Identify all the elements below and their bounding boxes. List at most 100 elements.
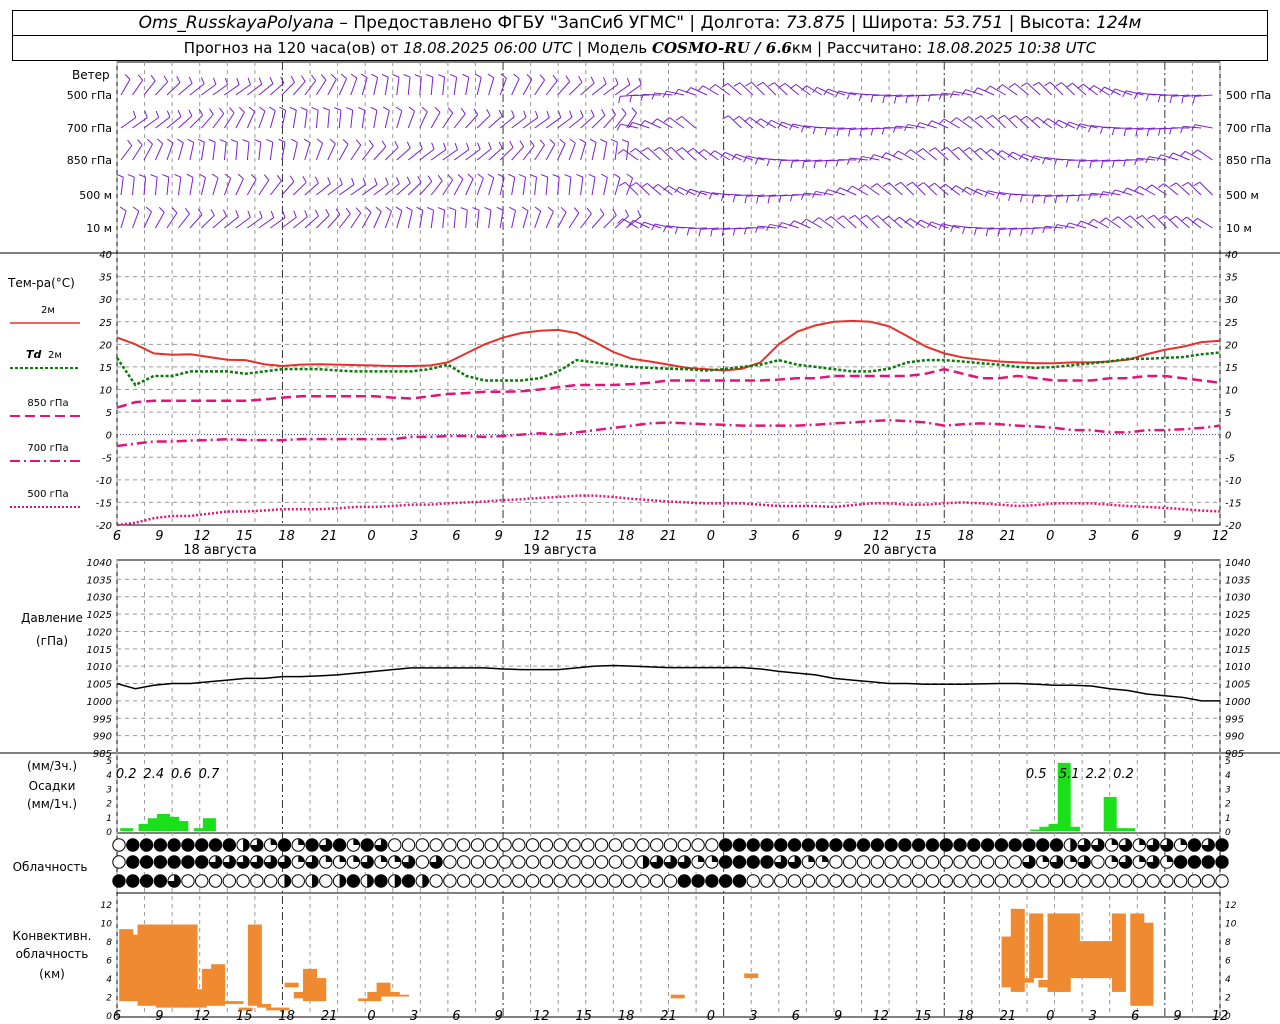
- time-tick-label: 0: [707, 529, 715, 544]
- wind-barb-feather: [327, 177, 331, 184]
- cloud-fill-full: [733, 838, 746, 852]
- time-tick-label: 6: [452, 529, 460, 544]
- wind-barb-feather: [836, 215, 844, 220]
- wind-barb: [304, 110, 308, 129]
- wind-level-label-left: 500 гПа: [67, 89, 112, 102]
- cloud-cover-symbol: [898, 855, 912, 869]
- wind-barb-feather: [268, 106, 276, 112]
- wind-barb-feather: [744, 196, 747, 204]
- wind-barb-feather: [1169, 215, 1177, 221]
- temp-tick-right: -5: [1225, 453, 1235, 464]
- wind-barb-feather: [952, 146, 959, 152]
- wind-barb: [922, 148, 938, 161]
- wind-barb-feather: [427, 175, 433, 182]
- conv-title-2: облачность: [16, 947, 89, 961]
- wind-barb: [292, 182, 307, 196]
- pressure-tick-right: 1025: [1225, 610, 1250, 621]
- conv-cloud-bar: [284, 982, 299, 988]
- wind-barb-feather: [1100, 217, 1107, 223]
- wind-barb-feather: [626, 77, 631, 85]
- wind-barb-feather: [406, 141, 411, 149]
- wind-barb: [131, 177, 135, 196]
- wind-barb-feather: [675, 115, 682, 121]
- cloud-cover-symbol: [484, 855, 498, 869]
- wind-barb: [727, 83, 742, 96]
- wind-barb: [338, 144, 349, 161]
- cloud-fill-full: [967, 838, 981, 852]
- wind-barb-feather: [557, 110, 562, 118]
- cloud-cover-symbol: [691, 838, 705, 852]
- cloud-fill-full: [1174, 855, 1187, 869]
- cloud-cover-symbol: [581, 838, 595, 852]
- wind-barb-feather: [1112, 216, 1119, 222]
- wind-barb: [1163, 183, 1179, 196]
- cloud-fill-full: [678, 874, 691, 888]
- wind-barb: [453, 149, 470, 161]
- wind-barb-feather: [823, 189, 829, 196]
- wind-barb-feather: [790, 161, 793, 169]
- cloud-cover-symbol: [843, 855, 857, 869]
- wind-barb-feather: [1042, 118, 1049, 124]
- wind-barb-feather: [521, 206, 529, 212]
- wind-barb: [154, 177, 158, 196]
- cloud-fill-full: [733, 874, 746, 888]
- wind-barb-feather: [314, 209, 319, 217]
- wind-barb: [1026, 82, 1041, 96]
- time-tick-label: 21: [1000, 529, 1017, 544]
- cloud-fill-full: [1215, 838, 1229, 852]
- wind-barb: [1036, 116, 1052, 129]
- cloud-fill-full: [912, 838, 925, 852]
- wind-barb-feather: [166, 110, 171, 118]
- wind-barb-feather: [539, 139, 545, 146]
- wind-barb: [246, 142, 250, 161]
- wind-barb-feather: [498, 141, 503, 149]
- wind-barb-feather: [630, 182, 637, 187]
- wind-barb-feather: [674, 227, 678, 235]
- cloud-cover-symbol: [112, 855, 126, 869]
- wind-barb: [327, 143, 336, 161]
- time-tick-label: 15: [915, 529, 932, 544]
- cloud-fill-full: [154, 838, 167, 852]
- wind-barb: [258, 142, 262, 161]
- temp-tick-left: -15: [96, 498, 112, 509]
- wind-barb: [189, 142, 195, 161]
- cloud-cover-symbol: [815, 874, 829, 888]
- wind-barb: [407, 182, 422, 196]
- wind-barb-feather: [613, 173, 621, 179]
- cloud-cover-symbol: [553, 874, 567, 888]
- wind-barb-feather: [322, 107, 330, 111]
- wind-barb-feather: [329, 138, 336, 145]
- wind-barb-feather: [375, 206, 382, 213]
- wind-barb: [545, 177, 549, 196]
- cloud-cover-symbol: [112, 838, 126, 852]
- time-tick-label: 21: [660, 1009, 677, 1024]
- cloud-cover-symbol: [567, 874, 581, 888]
- cloud-cover-symbol: [829, 855, 843, 869]
- temp-tick-right: 5: [1225, 408, 1231, 419]
- pressure-tick-right: 1005: [1225, 680, 1250, 691]
- wind-barb-feather: [629, 95, 633, 103]
- wind-barb-feather: [963, 147, 970, 152]
- wind-barb-feather: [186, 173, 194, 178]
- wind-barb-feather: [340, 73, 347, 79]
- wind-barb-feather: [508, 173, 515, 178]
- cloud-fill-full: [181, 855, 195, 869]
- wind-barb-feather: [1157, 95, 1161, 103]
- wind-barb-feather: [526, 74, 533, 80]
- wind-barb-feather: [569, 110, 573, 118]
- precip-total-label: 5.1: [1059, 767, 1080, 782]
- wind-barb-feather: [224, 173, 232, 179]
- wind-barb: [923, 182, 938, 196]
- wind-barb: [442, 112, 454, 129]
- precip-total-label: 0.6: [171, 767, 192, 782]
- temp-tick-right: 35: [1225, 273, 1238, 284]
- wind-barb-feather: [457, 173, 464, 180]
- wind-barb-feather: [381, 73, 389, 78]
- wind-barb: [818, 217, 834, 229]
- wind-barb-feather: [871, 215, 879, 220]
- wind-barb-feather: [282, 210, 286, 218]
- wind-barb-feather: [756, 81, 764, 87]
- wind-level-label-right: 500 м: [1226, 189, 1259, 202]
- precip-tick-left: 5: [106, 757, 112, 767]
- wind-barb-feather: [523, 110, 527, 118]
